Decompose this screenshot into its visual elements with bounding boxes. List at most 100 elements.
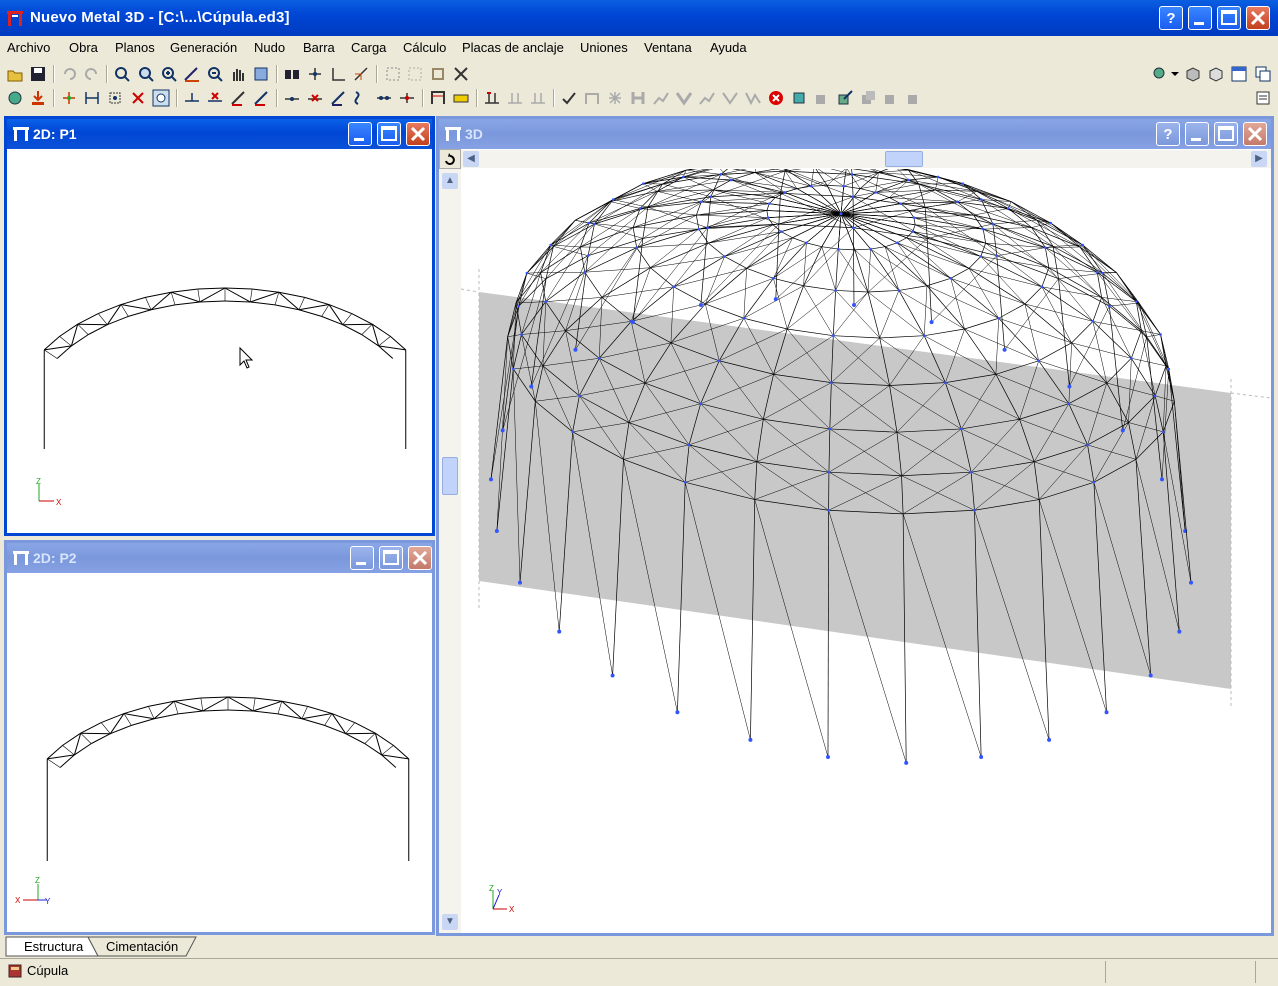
box-3d-icon[interactable] — [1184, 65, 1202, 83]
scroll-right-button[interactable]: ▶ — [1251, 151, 1267, 167]
window-2d-p1-titlebar[interactable]: 2D: P1 — [7, 119, 432, 149]
close-button[interactable] — [1246, 6, 1270, 30]
frame-icon[interactable] — [429, 89, 447, 107]
menu-planos[interactable]: Planos — [115, 40, 155, 55]
maximize-button[interactable] — [377, 122, 401, 146]
error-icon[interactable] — [767, 89, 785, 107]
box-3d-alt-icon[interactable] — [1207, 65, 1225, 83]
delete-node-icon[interactable] — [129, 89, 147, 107]
tab-cimentacion[interactable]: Cimentación — [106, 939, 178, 954]
load-panel-icon[interactable] — [529, 89, 547, 107]
joint-icon[interactable] — [283, 89, 301, 107]
maximize-button[interactable] — [379, 546, 403, 570]
open-folder-icon[interactable] — [6, 65, 24, 83]
canvas-3d[interactable]: Z Y X — [461, 169, 1271, 933]
zoom-all-icon[interactable] — [137, 65, 155, 83]
close-button[interactable] — [1243, 122, 1267, 146]
zoom-edit-icon[interactable] — [183, 65, 201, 83]
zoom-window-icon[interactable] — [113, 65, 131, 83]
view-node-icon[interactable] — [152, 89, 170, 107]
save-icon[interactable] — [29, 65, 47, 83]
bar-insert-icon[interactable] — [183, 89, 201, 107]
menu-archivo[interactable]: Archivo — [7, 40, 50, 55]
minimize-button[interactable] — [1188, 6, 1212, 30]
tools-icon[interactable] — [452, 65, 470, 83]
menu-nudo[interactable]: Nudo — [254, 40, 285, 55]
plate-delete-icon[interactable] — [882, 89, 900, 107]
graph-line-icon[interactable] — [652, 89, 670, 107]
menu-generacion[interactable]: Generación — [170, 40, 237, 55]
scroll-left-button[interactable]: ◀ — [463, 151, 479, 167]
buckling-icon[interactable] — [352, 89, 370, 107]
plate-copy-icon[interactable] — [859, 89, 877, 107]
profile-h-icon[interactable] — [629, 89, 647, 107]
close-button[interactable] — [406, 122, 430, 146]
maximize-button[interactable] — [1214, 122, 1238, 146]
horizontal-scroll-thumb[interactable] — [885, 151, 923, 167]
pan-hand-icon[interactable] — [229, 65, 247, 83]
profile-icon[interactable] — [452, 89, 470, 107]
node-icon[interactable] — [306, 65, 324, 83]
minimize-button[interactable] — [1185, 122, 1209, 146]
chain-icon[interactable] — [375, 89, 393, 107]
maximize-button[interactable] — [1217, 6, 1241, 30]
graph-deform-icon[interactable] — [721, 89, 739, 107]
vertical-scroll-thumb[interactable] — [442, 457, 458, 495]
bar-edit-icon[interactable] — [252, 89, 270, 107]
plate-pencil-icon[interactable] — [836, 89, 854, 107]
menu-calculo[interactable]: Cálculo — [403, 40, 446, 55]
plate-edit-icon[interactable] — [813, 89, 831, 107]
menu-uniones[interactable]: Uniones — [580, 40, 628, 55]
select-group-icon[interactable] — [406, 65, 424, 83]
load-node-icon[interactable] — [483, 89, 501, 107]
angle-icon[interactable] — [329, 65, 347, 83]
redo-icon[interactable] — [83, 65, 101, 83]
load-bar-icon[interactable] — [506, 89, 524, 107]
new-node-icon[interactable] — [60, 89, 78, 107]
graph-v-icon[interactable] — [675, 89, 693, 107]
app-title-bar[interactable]: Nuevo Metal 3D - [C:\...\Cúpula.ed3] ? — [0, 0, 1278, 36]
joint-edit-icon[interactable] — [329, 89, 347, 107]
menu-placas-de-anclaje[interactable]: Placas de anclaje — [462, 40, 564, 55]
zoom-in-icon[interactable] — [160, 65, 178, 83]
measure-icon[interactable] — [352, 65, 370, 83]
plate-icon[interactable] — [790, 89, 808, 107]
rotate-view-button[interactable] — [439, 149, 461, 169]
help-button[interactable]: ? — [1159, 6, 1183, 30]
menu-ayuda[interactable]: Ayuda — [710, 40, 747, 55]
grid-node-icon[interactable] — [106, 89, 124, 107]
binoculars-icon[interactable] — [283, 65, 301, 83]
graph-arch-icon[interactable] — [583, 89, 601, 107]
horizontal-scrollbar[interactable]: ◀ ▶ — [461, 150, 1271, 168]
help-button[interactable]: ? — [1156, 122, 1180, 146]
menu-obra[interactable]: Obra — [69, 40, 98, 55]
chevron-down-icon[interactable] — [1167, 65, 1185, 83]
undo-icon[interactable] — [60, 65, 78, 83]
close-button[interactable] — [408, 546, 432, 570]
notes-icon[interactable] — [1254, 89, 1272, 107]
graph-star-icon[interactable] — [606, 89, 624, 107]
canvas-2d-p1[interactable]: Z X — [7, 149, 432, 533]
redraw-icon[interactable] — [252, 65, 270, 83]
scroll-down-button[interactable]: ▼ — [442, 914, 458, 930]
menu-barra[interactable]: Barra — [303, 40, 335, 55]
tile-windows-icon[interactable] — [1230, 65, 1248, 83]
plate-tool-icon[interactable] — [905, 89, 923, 107]
menu-carga[interactable]: Carga — [351, 40, 386, 55]
bar-delete-icon[interactable] — [206, 89, 224, 107]
check-icon[interactable] — [560, 89, 578, 107]
minimize-button[interactable] — [348, 122, 372, 146]
vertical-scrollbar[interactable]: ▲ ▼ — [439, 169, 461, 933]
minimize-button[interactable] — [350, 546, 374, 570]
window-2d-p2-titlebar[interactable]: 2D: P2 — [7, 543, 432, 573]
dimension-icon[interactable] — [83, 89, 101, 107]
graph-check-icon[interactable] — [744, 89, 762, 107]
joint-delete-icon[interactable] — [306, 89, 324, 107]
tab-estructura[interactable]: Estructura — [24, 939, 83, 954]
canvas-2d-p2[interactable]: Z X Y — [7, 573, 432, 932]
select-grid-icon[interactable] — [384, 65, 402, 83]
split-bar-icon[interactable] — [398, 89, 416, 107]
scroll-up-button[interactable]: ▲ — [442, 173, 458, 189]
menu-ventana[interactable]: Ventana — [644, 40, 692, 55]
globe-icon[interactable] — [6, 89, 24, 107]
